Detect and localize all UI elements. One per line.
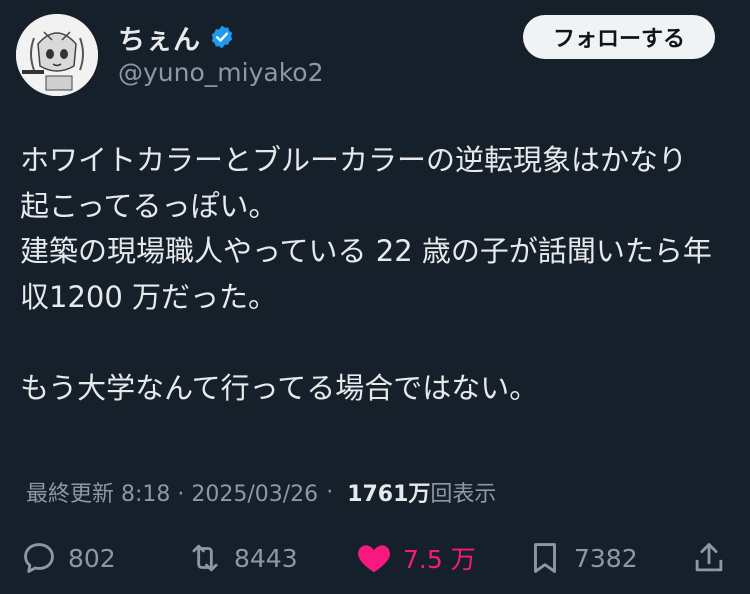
like-button[interactable]: 7.5 万 bbox=[355, 534, 476, 582]
follow-button[interactable]: フォローする bbox=[523, 15, 715, 59]
display-name-row: ちぇん bbox=[118, 18, 235, 56]
edited-timestamp[interactable]: 最終更新 8:18 · 2025/03/26 bbox=[26, 476, 318, 508]
tweet-line: 起こってるっぽい。 bbox=[20, 188, 278, 223]
heart-icon bbox=[358, 545, 390, 573]
views-count: 1761万 bbox=[347, 482, 431, 507]
retweet-icon bbox=[192, 544, 218, 572]
reply-count: 802 bbox=[68, 543, 116, 573]
tweet-line: 収1200 万だった。 bbox=[20, 279, 278, 314]
avatar-illustration bbox=[16, 14, 98, 96]
avatar[interactable] bbox=[16, 14, 98, 96]
retweet-count: 8443 bbox=[234, 543, 298, 573]
retweet-button[interactable]: 8443 bbox=[186, 534, 298, 582]
like-count: 7.5 万 bbox=[403, 545, 476, 574]
reply-button[interactable]: 802 bbox=[20, 534, 116, 582]
share-button[interactable] bbox=[690, 534, 738, 582]
display-name[interactable]: ちぇん bbox=[118, 18, 201, 57]
verified-badge-icon[interactable] bbox=[209, 24, 235, 50]
tweet-line: もう大学なんて行ってる場合ではない。 bbox=[20, 370, 539, 405]
user-handle[interactable]: @yuno_miyako2 bbox=[118, 58, 323, 87]
tweet-meta: 最終更新 8:18 · 2025/03/26 · 1761万 回表示 bbox=[26, 475, 496, 509]
action-bar: 802 8443 7.5 万 7382 bbox=[0, 534, 750, 582]
bookmark-count: 7382 bbox=[574, 543, 638, 573]
tweet-text: ホワイトカラーとブルーカラーの逆転現象はかなり 起こってるっぽい。 建築の現場職… bbox=[20, 138, 732, 411]
tweet-line: 建築の現場職人やっている 22 歳の子が話聞いたら年 bbox=[20, 234, 712, 268]
views-label: 回表示 bbox=[430, 482, 497, 507]
tweet-line: ホワイトカラーとブルーカラーの逆転現象はかなり bbox=[20, 143, 688, 177]
meta-separator: · bbox=[326, 479, 334, 505]
reply-icon bbox=[24, 543, 54, 573]
bookmark-icon bbox=[534, 543, 556, 573]
tweet-line bbox=[20, 320, 732, 366]
bookmark-button[interactable]: 7382 bbox=[526, 534, 638, 582]
share-icon bbox=[695, 543, 723, 572]
